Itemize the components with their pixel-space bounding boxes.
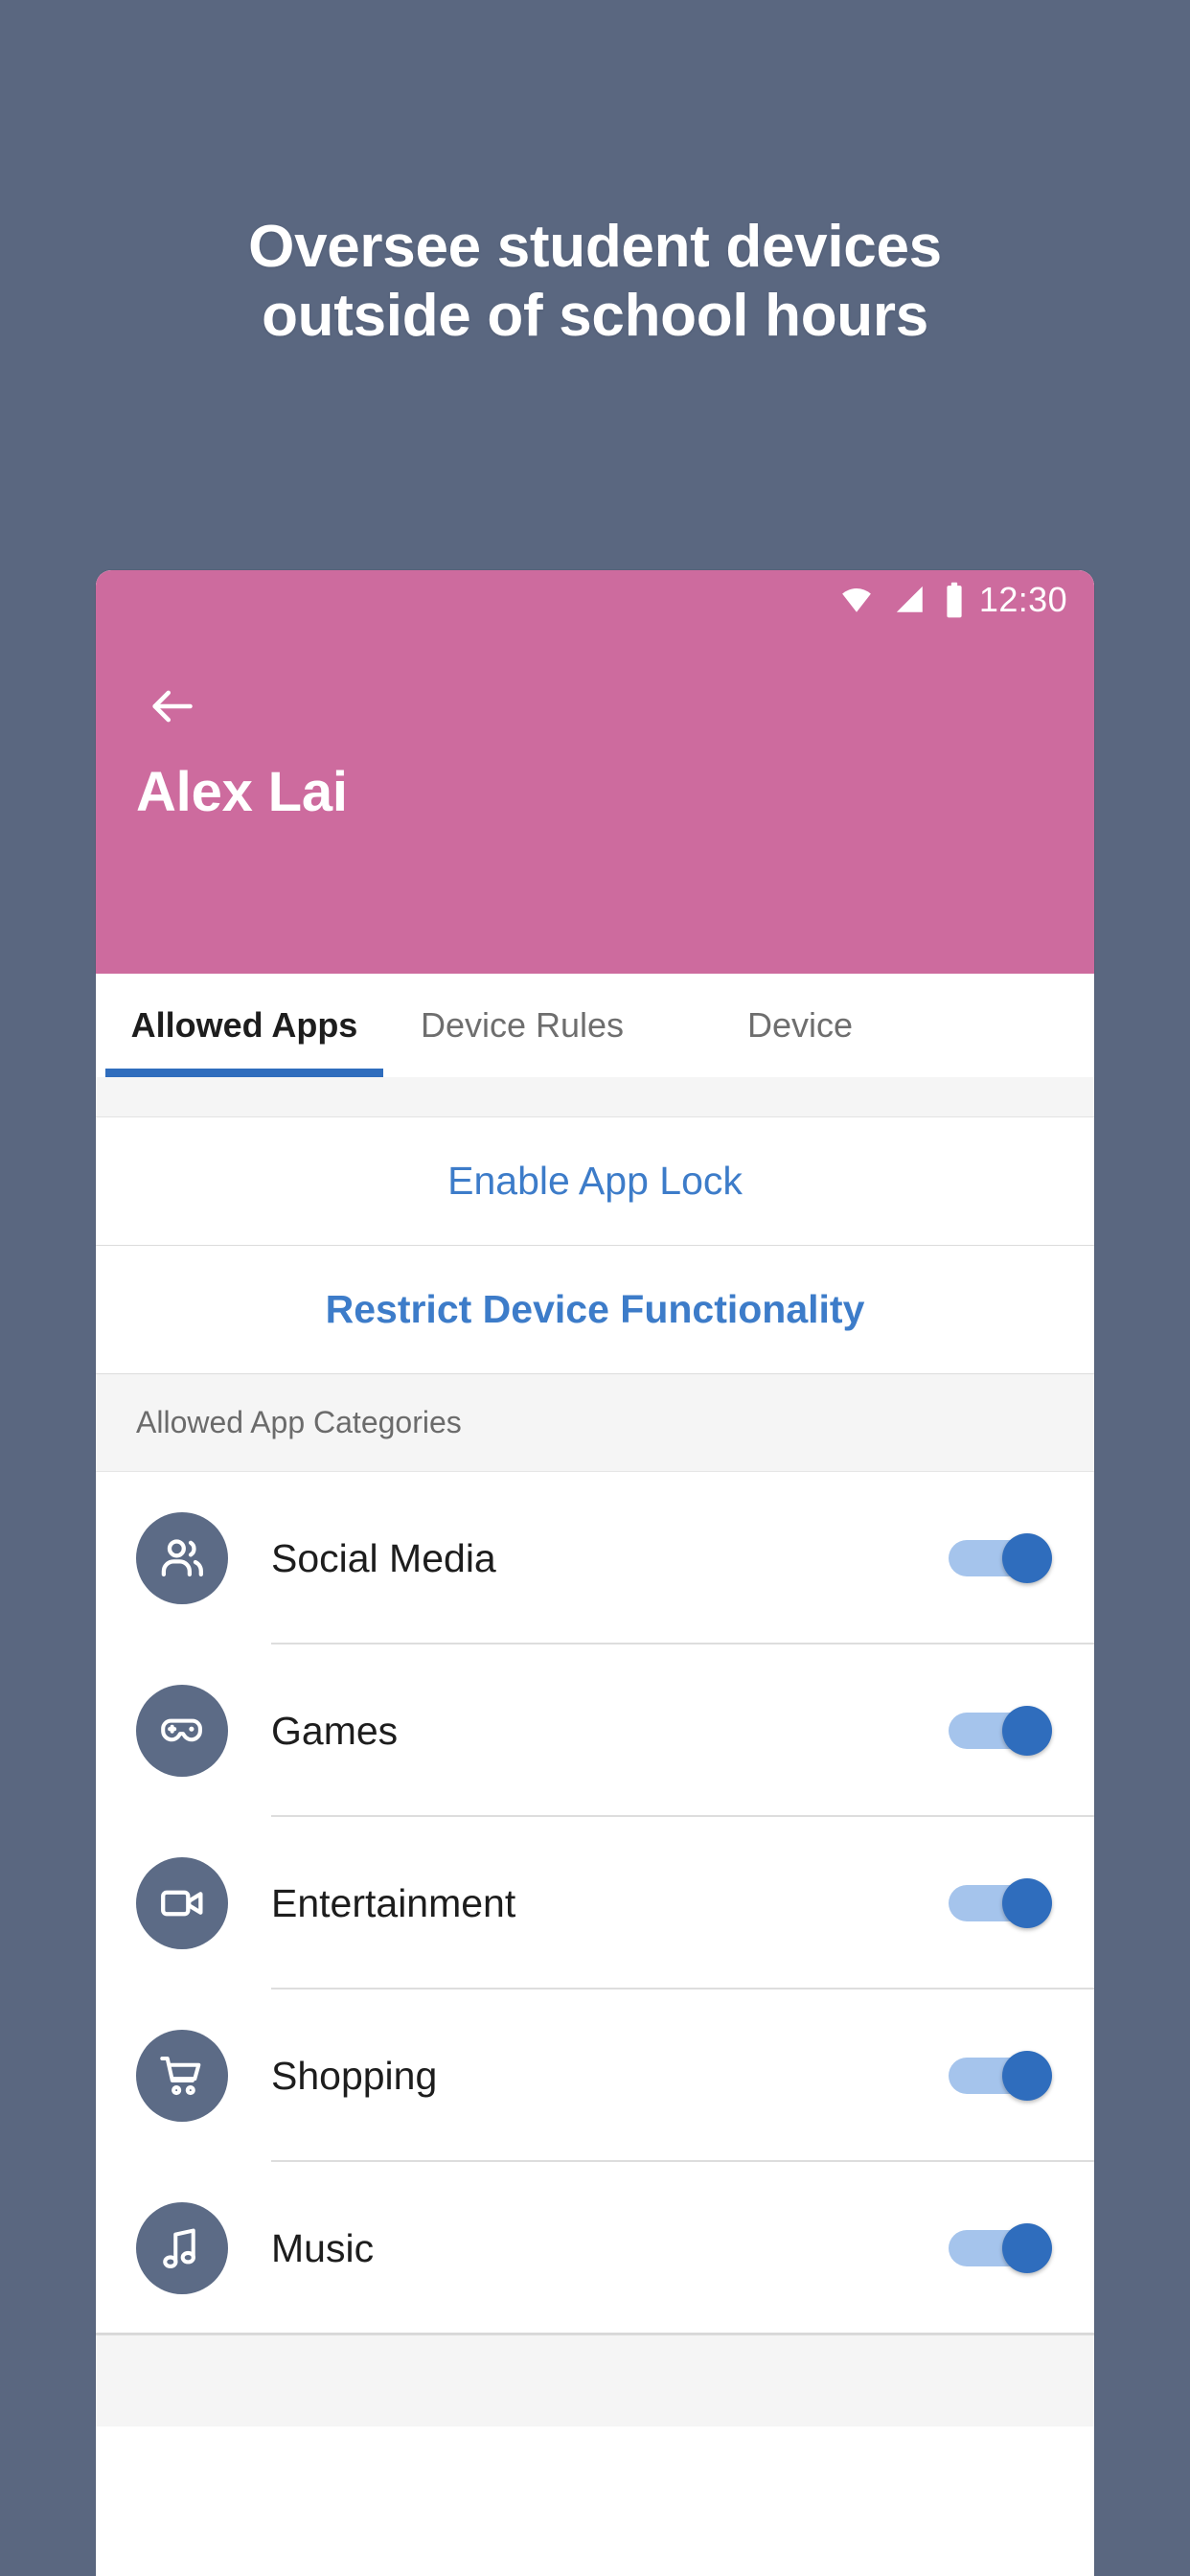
restrict-device-functionality-button[interactable]: Restrict Device Functionality	[96, 1246, 1094, 1374]
toggle-thumb	[1002, 1706, 1052, 1756]
phone-mockup: 12:30 Alex Lai Allowed Apps Device Rules	[96, 570, 1094, 2576]
promo-screenshot: Oversee student devices outside of schoo…	[0, 0, 1190, 2576]
category-label-social-media: Social Media	[271, 1535, 496, 1580]
allowed-app-categories-header-label: Allowed App Categories	[136, 1405, 462, 1439]
enable-app-lock-button[interactable]: Enable App Lock	[96, 1117, 1094, 1246]
wifi-icon	[835, 584, 878, 616]
row-divider	[96, 2333, 1094, 2334]
enable-app-lock-label: Enable App Lock	[447, 1159, 743, 1203]
status-bar: 12:30	[835, 582, 1067, 618]
toggle-thumb	[1002, 1878, 1052, 1928]
toggle-games[interactable]	[949, 1706, 1052, 1756]
toggle-entertainment[interactable]	[949, 1878, 1052, 1928]
category-row-entertainment[interactable]: Entertainment	[96, 1817, 1094, 1990]
toggle-thumb	[1002, 2223, 1052, 2273]
tab-device-label: Device	[746, 1005, 854, 1045]
content-top-spacer	[96, 1077, 1094, 1117]
people-icon	[136, 1512, 228, 1604]
category-row-games[interactable]: Games	[96, 1644, 1094, 1817]
category-label-games: Games	[271, 1708, 399, 1753]
toggle-thumb	[1002, 1533, 1052, 1583]
toggle-shopping[interactable]	[949, 2051, 1052, 2101]
gamepad-icon	[136, 1685, 228, 1777]
promo-headline: Oversee student devices outside of schoo…	[0, 213, 1190, 351]
tab-device-rules-label: Device Rules	[420, 1005, 625, 1045]
category-label-entertainment: Entertainment	[271, 1880, 516, 1925]
category-row-social-media[interactable]: Social Media	[96, 1472, 1094, 1644]
list-bottom-spacer	[96, 2334, 1094, 2426]
back-button[interactable]	[136, 673, 207, 744]
restrict-device-functionality-label: Restrict Device Functionality	[325, 1287, 865, 1331]
promo-headline-line-2: outside of school hours	[262, 282, 928, 349]
tab-device[interactable]: Device	[661, 974, 939, 1077]
category-label-music: Music	[271, 2225, 375, 2270]
tab-allowed-apps-label: Allowed Apps	[130, 1005, 358, 1045]
signal-icon	[891, 584, 929, 616]
music-note-icon	[136, 2202, 228, 2294]
tab-bar: Allowed Apps Device Rules Device	[96, 974, 1094, 1077]
tab-active-indicator	[105, 1069, 383, 1077]
toggle-social-media[interactable]	[949, 1533, 1052, 1583]
video-cam-icon	[136, 1857, 228, 1949]
app-bar: 12:30 Alex Lai	[96, 570, 1094, 974]
battery-icon	[943, 582, 966, 618]
page-title: Alex Lai	[136, 761, 348, 823]
toggle-thumb	[1002, 2051, 1052, 2101]
cart-icon	[136, 2030, 228, 2122]
toggle-music[interactable]	[949, 2223, 1052, 2273]
tab-allowed-apps[interactable]: Allowed Apps	[105, 974, 383, 1077]
promo-headline-line-1: Oversee student devices	[248, 214, 942, 280]
status-time: 12:30	[978, 580, 1067, 619]
tab-device-rules[interactable]: Device Rules	[383, 974, 661, 1077]
allowed-app-categories-header: Allowed App Categories	[96, 1374, 1094, 1472]
category-row-music[interactable]: Music	[96, 2162, 1094, 2334]
category-row-shopping[interactable]: Shopping	[96, 1990, 1094, 2162]
arrow-left-icon	[142, 681, 201, 736]
category-label-shopping: Shopping	[271, 2053, 438, 2098]
